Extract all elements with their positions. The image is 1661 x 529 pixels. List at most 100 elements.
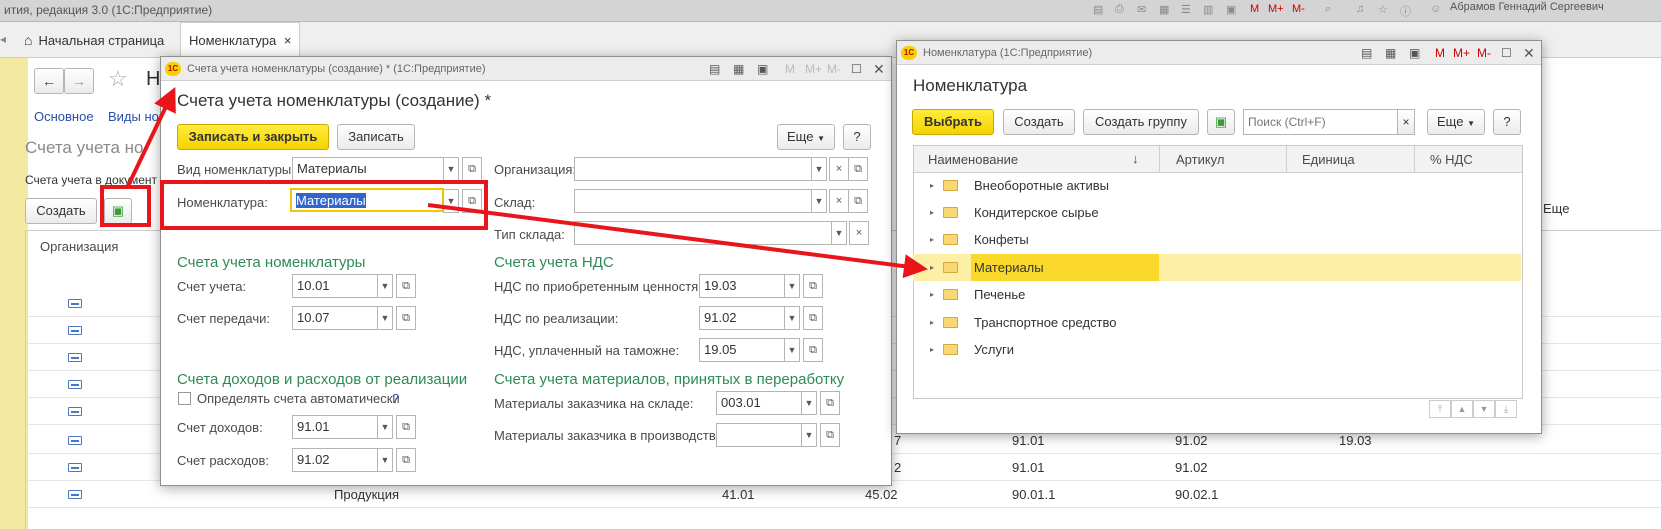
org-field[interactable]: [574, 157, 812, 181]
column-name[interactable]: Наименование: [928, 152, 1018, 167]
list-item-selected[interactable]: ▸ Материалы: [913, 254, 1521, 281]
calendar-icon[interactable]: ▣: [1226, 3, 1236, 16]
vid-field[interactable]: Материалы: [292, 157, 444, 181]
scroll-bottom-icon[interactable]: ⤓: [1495, 400, 1517, 418]
m-button[interactable]: M: [1435, 41, 1445, 65]
m-button[interactable]: M: [785, 57, 795, 81]
list-item[interactable]: ▸ Печенье: [913, 281, 1521, 308]
chevron-down-icon[interactable]: ▼: [377, 448, 393, 472]
link-vidy[interactable]: Виды ном: [108, 109, 168, 124]
m-button[interactable]: M: [1250, 3, 1259, 15]
tip-field[interactable]: [574, 221, 832, 245]
nds-tam-field[interactable]: 19.05: [699, 338, 785, 362]
bg-more-button[interactable]: Еще: [1543, 201, 1569, 216]
help-button[interactable]: ?: [843, 124, 871, 150]
open-icon[interactable]: ⧉: [803, 338, 823, 362]
info-icon[interactable]: ⓘ: [1400, 3, 1411, 19]
link-osnovnoe[interactable]: Основное: [34, 109, 94, 124]
open-icon[interactable]: ⧉: [396, 306, 416, 330]
m-plus-button[interactable]: M+: [1268, 3, 1284, 15]
chevron-down-icon[interactable]: ▼: [831, 221, 847, 245]
open-icon[interactable]: ⧉: [396, 274, 416, 298]
m-plus-button[interactable]: M+: [805, 57, 822, 81]
open-icon[interactable]: ⧉: [462, 189, 482, 213]
print-icon[interactable]: ⎙: [1115, 3, 1124, 16]
chevron-down-icon[interactable]: ▼: [443, 157, 459, 181]
open-icon[interactable]: ⧉: [803, 274, 823, 298]
save-close-button[interactable]: Записать и закрыть: [177, 124, 329, 150]
more-button[interactable]: Еще ▼: [777, 124, 835, 150]
doc-icon[interactable]: ▤: [1361, 41, 1372, 65]
doc-icon[interactable]: ▤: [1093, 3, 1103, 16]
table-icon[interactable]: ▥: [1203, 3, 1213, 16]
list-item[interactable]: ▸ Кондитерское сырье: [913, 199, 1521, 226]
chevron-down-icon[interactable]: ▼: [784, 274, 800, 298]
save-button[interactable]: Записать: [337, 124, 415, 150]
doc-icon[interactable]: ▤: [709, 57, 720, 81]
chevron-down-icon[interactable]: ▼: [377, 306, 393, 330]
open-icon[interactable]: ⧉: [396, 415, 416, 439]
select-button[interactable]: Выбрать: [912, 109, 994, 135]
chevron-down-icon[interactable]: ▼: [377, 274, 393, 298]
expand-icon[interactable]: ▸: [930, 281, 934, 308]
expand-icon[interactable]: ▸: [930, 199, 934, 226]
favorite-star-icon[interactable]: ☆: [108, 66, 128, 92]
nds-real-field[interactable]: 91.02: [699, 306, 785, 330]
m-minus-button[interactable]: M-: [827, 57, 841, 81]
column-unit[interactable]: Единица: [1302, 152, 1355, 167]
schet-field[interactable]: 10.01: [292, 274, 378, 298]
chevron-down-icon[interactable]: ▼: [811, 189, 827, 213]
m-minus-button[interactable]: M-: [1477, 41, 1491, 65]
open-icon[interactable]: ⧉: [820, 391, 840, 415]
picker-help-button[interactable]: ?: [1493, 109, 1521, 135]
expand-icon[interactable]: ▸: [930, 336, 934, 363]
bg-create-copy-button[interactable]: ▣: [104, 198, 132, 224]
panel-toggle-icon[interactable]: ◂: [0, 32, 6, 46]
zak-proizv-field[interactable]: [716, 423, 802, 447]
chevron-down-icon[interactable]: ▼: [784, 338, 800, 362]
calc-icon[interactable]: ▦: [1385, 41, 1396, 65]
open-icon[interactable]: ⧉: [396, 448, 416, 472]
chevron-down-icon[interactable]: ▼: [443, 189, 459, 213]
m-plus-button[interactable]: M+: [1453, 41, 1470, 65]
scroll-top-icon[interactable]: ⤒: [1429, 400, 1451, 418]
search-input[interactable]: [1243, 109, 1409, 135]
maximize-icon[interactable]: ☐: [851, 57, 862, 81]
close-icon[interactable]: ×: [284, 33, 292, 48]
rashod-field[interactable]: 91.02: [292, 448, 378, 472]
back-button[interactable]: ←: [34, 68, 64, 94]
dohod-field[interactable]: 91.01: [292, 415, 378, 439]
create-group-button[interactable]: Создать группу: [1083, 109, 1199, 135]
chevron-down-icon[interactable]: ▼: [801, 423, 817, 447]
expand-icon[interactable]: ▸: [930, 309, 934, 336]
chevron-down-icon[interactable]: ▼: [784, 306, 800, 330]
auto-checkbox[interactable]: [178, 392, 191, 405]
expand-icon[interactable]: ▸: [930, 226, 934, 253]
open-icon[interactable]: ⧉: [803, 306, 823, 330]
list-item[interactable]: ▸ Конфеты: [913, 226, 1521, 253]
clear-icon[interactable]: ×: [829, 189, 849, 213]
scroll-up-icon[interactable]: ▲: [1451, 400, 1473, 418]
column-article[interactable]: Артикул: [1176, 152, 1224, 167]
picker-create-button[interactable]: Создать: [1003, 109, 1075, 135]
calendar-icon[interactable]: ▣: [757, 57, 768, 81]
open-icon[interactable]: ⧉: [820, 423, 840, 447]
chevron-down-icon[interactable]: ▼: [811, 157, 827, 181]
calc-icon[interactable]: ▦: [733, 57, 744, 81]
open-icon[interactable]: ⧉: [848, 189, 868, 213]
peredachi-field[interactable]: 10.07: [292, 306, 378, 330]
close-icon[interactable]: ✕: [873, 57, 885, 81]
tab-home[interactable]: ⌂ Начальная страница: [16, 22, 172, 58]
column-vat[interactable]: % НДС: [1430, 152, 1473, 167]
clear-icon[interactable]: ×: [849, 221, 869, 245]
bell-icon[interactable]: ♫: [1356, 3, 1364, 15]
scroll-down-icon[interactable]: ▼: [1473, 400, 1495, 418]
forward-button[interactable]: →: [64, 68, 94, 94]
open-icon[interactable]: ⧉: [462, 157, 482, 181]
clear-icon[interactable]: ×: [829, 157, 849, 181]
tab-nomenklatura[interactable]: Номенклатура ×: [180, 22, 301, 58]
auto-help-icon[interactable]: ?: [392, 391, 399, 406]
sklad-field[interactable]: [574, 189, 812, 213]
m-minus-button[interactable]: M-: [1292, 3, 1305, 15]
mail-icon[interactable]: ✉: [1137, 3, 1146, 16]
